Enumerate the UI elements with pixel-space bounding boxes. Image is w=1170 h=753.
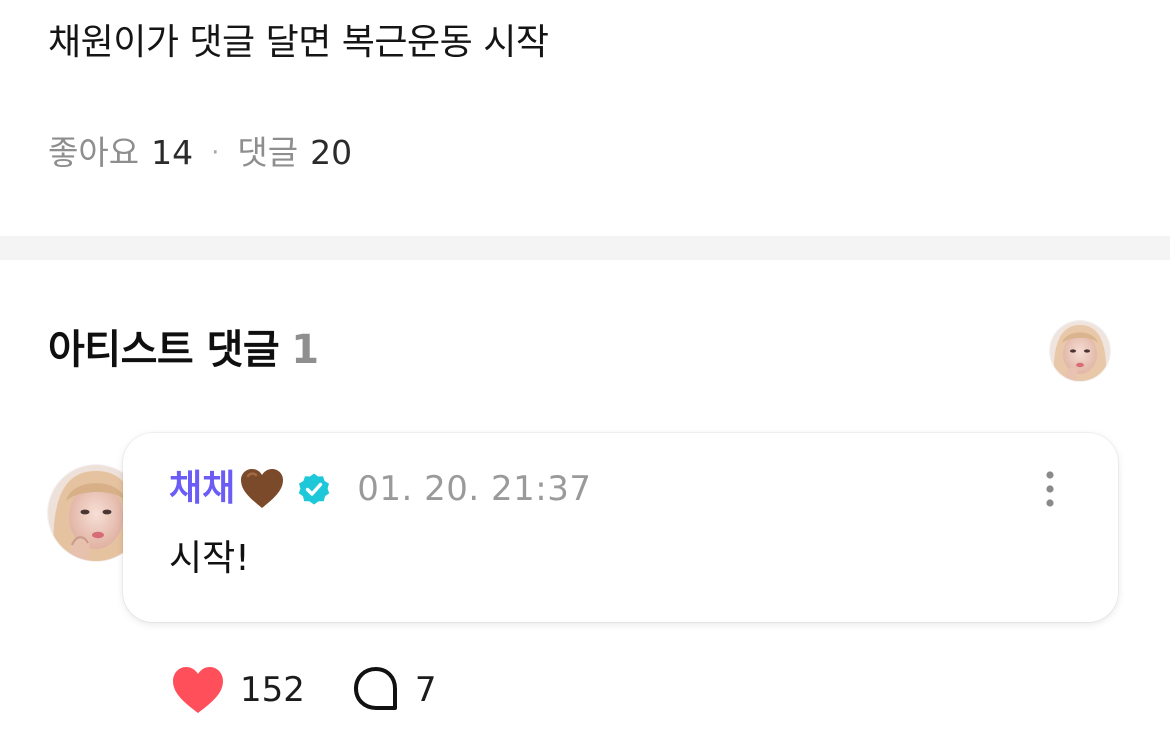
more-options-button[interactable] bbox=[1038, 469, 1062, 509]
like-button[interactable]: 152 bbox=[170, 664, 305, 716]
comment-author-name[interactable]: 채채 bbox=[169, 463, 235, 515]
artist-comments-count: 1 bbox=[291, 327, 319, 373]
post-text: 채원이가 댓글 달면 복근운동 시작 bbox=[48, 22, 549, 63]
reply-button[interactable]: 7 bbox=[351, 665, 437, 715]
stats-separator: · bbox=[211, 138, 220, 168]
artist-avatar-thumbnail[interactable] bbox=[1050, 321, 1110, 381]
likes-count[interactable]: 14 bbox=[151, 130, 193, 176]
comments-label: 댓글 bbox=[237, 133, 299, 172]
comment-header: 채채 01. 20. 21:37 bbox=[169, 463, 592, 515]
speech-bubble-icon bbox=[353, 667, 397, 710]
brown-heart-icon bbox=[241, 469, 284, 508]
comment-text: 시작! bbox=[169, 538, 250, 579]
artist-comment-card: 채채 01. 20. 21:37 시작! bbox=[123, 433, 1118, 622]
comments-count[interactable]: 20 bbox=[310, 130, 352, 176]
comment-timestamp: 01. 20. 21:37 bbox=[357, 469, 592, 509]
verified-badge-icon bbox=[299, 473, 330, 505]
post-stats: 좋아요 14 · 댓글 20 bbox=[48, 130, 352, 176]
reply-count: 7 bbox=[414, 670, 437, 710]
heart-icon bbox=[173, 667, 223, 713]
like-count: 152 bbox=[240, 670, 305, 710]
section-divider bbox=[0, 236, 1170, 260]
comment-actions: 152 7 bbox=[170, 664, 437, 716]
artist-comments-title: 아티스트 댓글 bbox=[48, 327, 280, 373]
artist-avatar-image bbox=[1050, 321, 1110, 381]
artist-comments-header: 아티스트 댓글 1 bbox=[48, 322, 319, 378]
likes-label: 좋아요 bbox=[48, 133, 140, 172]
more-vertical-icon bbox=[1046, 471, 1054, 507]
